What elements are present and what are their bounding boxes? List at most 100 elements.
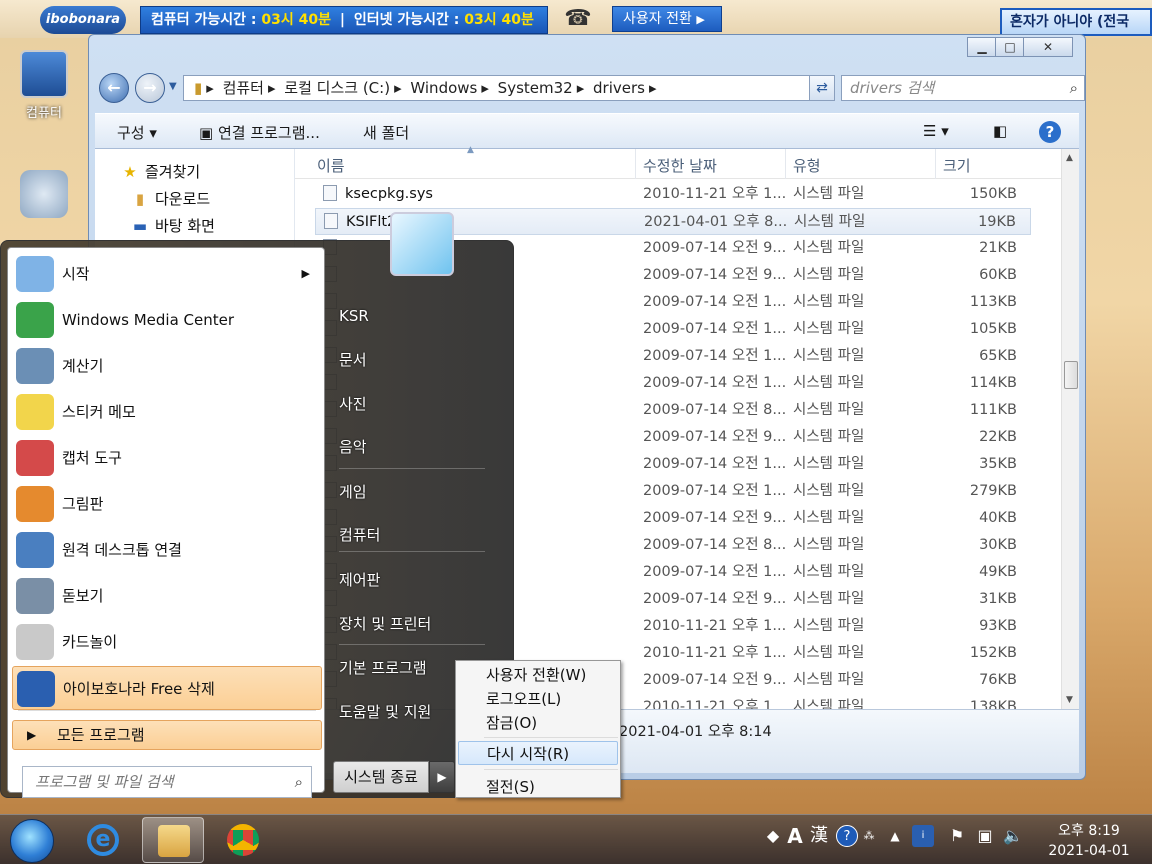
notice-banner[interactable]: 혼자가 아니야 (전국 <box>1000 8 1152 36</box>
file-type: 시스템 파일 <box>793 591 865 607</box>
refresh-button[interactable]: ⇄ <box>809 75 835 101</box>
maximize-button[interactable]: □ <box>995 37 1025 57</box>
solitaire-icon <box>16 624 54 660</box>
ime-help-icon[interactable]: ? <box>836 825 858 847</box>
breadcrumb-item[interactable]: System32 <box>498 79 573 97</box>
volume-icon[interactable]: 🔈 <box>1002 825 1024 847</box>
start-program-item[interactable]: 계산기 <box>12 344 322 388</box>
start-right-item[interactable]: 문서 <box>339 349 367 370</box>
file-type: 시스템 파일 <box>793 240 865 256</box>
column-name[interactable]: 이름 <box>317 155 345 176</box>
breadcrumb-item[interactable]: Windows <box>410 79 477 97</box>
start-program-item[interactable]: 스티커 메모 <box>12 390 322 434</box>
start-right-item[interactable]: KSR <box>339 307 369 325</box>
start-program-item[interactable]: 시작 ▶ <box>12 252 322 296</box>
ime-options-icon[interactable]: ⁂ <box>858 825 880 847</box>
file-type: 시스템 파일 <box>793 429 865 445</box>
recent-pages-icon[interactable]: ▼ <box>169 81 177 92</box>
preview-pane-icon[interactable]: ◧ <box>993 122 1007 140</box>
nav-downloads[interactable]: ▮ 다운로드 <box>131 188 210 209</box>
file-size: 93KB <box>979 618 1017 634</box>
all-programs-button[interactable]: ▶ 모든 프로그램 <box>12 720 322 750</box>
start-program-item[interactable]: 아이보호나라 Free 삭제 <box>12 666 322 710</box>
taskbar-internet-explorer[interactable]: e <box>72 817 134 863</box>
start-right-item[interactable]: 장치 및 프린터 <box>339 613 431 634</box>
clock[interactable]: 오후 8:19 2021-04-01 <box>1034 821 1144 861</box>
minimize-button[interactable]: ▁ <box>967 37 997 57</box>
power-menu-item[interactable]: 다시 시작(R) <box>458 741 618 765</box>
scroll-up-icon[interactable]: ▲ <box>1066 153 1073 163</box>
start-program-item[interactable]: 카드놀이 <box>12 620 322 664</box>
new-folder-button[interactable]: 새 폴더 <box>363 122 409 143</box>
ibobo-tray-icon[interactable]: i <box>912 825 934 847</box>
language-bar-icon[interactable]: ◆ <box>762 825 784 847</box>
file-size: 30KB <box>979 537 1017 553</box>
shutdown-button[interactable]: 시스템 종료 <box>333 761 429 793</box>
column-date[interactable]: 수정한 날짜 <box>643 155 717 176</box>
breadcrumb-item[interactable]: drivers <box>593 79 645 97</box>
help-icon[interactable]: ? <box>1039 121 1061 143</box>
file-date: 2009-07-14 오전 1... <box>643 375 787 391</box>
breadcrumb-item[interactable]: 로컬 디스크 (C:) <box>284 79 390 97</box>
column-type[interactable]: 유형 <box>793 155 821 176</box>
nav-desktop[interactable]: ▬ 바탕 화면 <box>131 215 215 236</box>
scroll-down-icon[interactable]: ▼ <box>1066 695 1073 705</box>
start-right-item[interactable]: 제어판 <box>339 569 380 590</box>
power-menu-item[interactable]: 로그오프(L) <box>458 687 618 711</box>
table-row[interactable]: ksecpkg.sys 2010-11-21 오후 1... 시스템 파일 150KB <box>315 181 1031 208</box>
action-center-icon[interactable]: ⚑ <box>946 825 968 847</box>
ime-mode[interactable]: A <box>784 825 806 847</box>
user-picture[interactable] <box>390 212 454 276</box>
show-hidden-icons[interactable]: ▲ <box>884 825 906 847</box>
vertical-scrollbar[interactable]: ▲ ▼ <box>1061 149 1079 709</box>
explorer-search-input[interactable]: drivers 검색 ⌕ <box>841 75 1085 101</box>
start-right-item[interactable]: 음악 <box>339 436 367 457</box>
address-bar[interactable]: ▮ ▸ 컴퓨터 ▸ 로컬 디스크 (C:) ▸ Windows ▸ System32 ▸ … <box>183 75 819 101</box>
start-right-item[interactable]: 사진 <box>339 393 367 414</box>
ime-hanja[interactable]: 漢 <box>808 825 830 847</box>
folder-icon: ▮ <box>194 79 203 97</box>
start-program-item[interactable]: 캡처 도구 <box>12 436 322 480</box>
magnifier-icon <box>16 578 54 614</box>
file-size: 65KB <box>979 348 1017 364</box>
desktop-icon-label: 컴퓨터 <box>26 106 62 121</box>
file-type: 시스템 파일 <box>793 564 865 580</box>
telephone-icon[interactable]: ☎ <box>562 6 594 32</box>
start-search-input[interactable]: 프로그램 및 파일 검색 ⌕ <box>22 766 312 798</box>
file-date: 2010-11-21 오후 1... <box>643 699 787 709</box>
nav-favorites[interactable]: ★ 즐겨찾기 <box>121 161 200 182</box>
start-right-item[interactable]: 컴퓨터 <box>339 524 380 545</box>
desktop-icon-computer[interactable]: 컴퓨터 <box>12 50 76 121</box>
power-menu-item[interactable]: 사용자 전환(W) <box>458 663 618 687</box>
start-program-item[interactable]: 돋보기 <box>12 574 322 618</box>
file-size: 152KB <box>969 645 1017 661</box>
taskbar-chrome[interactable] <box>212 817 274 863</box>
forward-button[interactable]: → <box>135 73 165 103</box>
start-right-item[interactable]: 기본 프로그램 <box>339 657 427 678</box>
breadcrumb-item[interactable]: 컴퓨터 <box>223 79 264 97</box>
back-button[interactable]: ← <box>99 73 129 103</box>
start-program-item[interactable]: 그림판 <box>12 482 322 526</box>
taskbar-explorer[interactable] <box>142 817 204 863</box>
shutdown-options-button[interactable]: ▶ <box>429 761 455 793</box>
column-size[interactable]: 크기 <box>943 155 971 176</box>
desktop-icon-recycle-bin[interactable] <box>12 170 76 222</box>
close-button[interactable]: ✕ <box>1023 37 1073 57</box>
view-options-icon[interactable]: ☰ ▾ <box>923 122 949 140</box>
desktop-icon: ▬ <box>132 217 148 235</box>
start-button[interactable] <box>10 819 54 863</box>
power-menu-item[interactable]: 절전(S) <box>458 775 618 799</box>
start-program-item[interactable]: 원격 데스크톱 연결 <box>12 528 322 572</box>
kiosk-top-bar: ibobonara 컴퓨터 가능시간 : 03시 40분 | 인터넷 가능시간 … <box>0 0 1152 38</box>
network-icon[interactable]: ▣ <box>974 825 996 847</box>
file-date: 2010-11-21 오후 1... <box>643 618 787 634</box>
scroll-thumb[interactable] <box>1064 361 1078 389</box>
user-switch-button[interactable]: 사용자 전환 ▶ <box>612 6 722 32</box>
start-program-item[interactable]: Windows Media Center <box>12 298 322 342</box>
organize-button[interactable]: 구성 ▾ <box>117 122 157 143</box>
open-with-button[interactable]: ▣ 연결 프로그램... <box>199 122 320 143</box>
power-menu-item[interactable]: 잠금(O) <box>458 711 618 735</box>
file-name: KSIFlt2 <box>324 209 396 236</box>
start-right-item[interactable]: 도움말 및 지원 <box>339 701 431 722</box>
start-right-item[interactable]: 게임 <box>339 481 367 502</box>
